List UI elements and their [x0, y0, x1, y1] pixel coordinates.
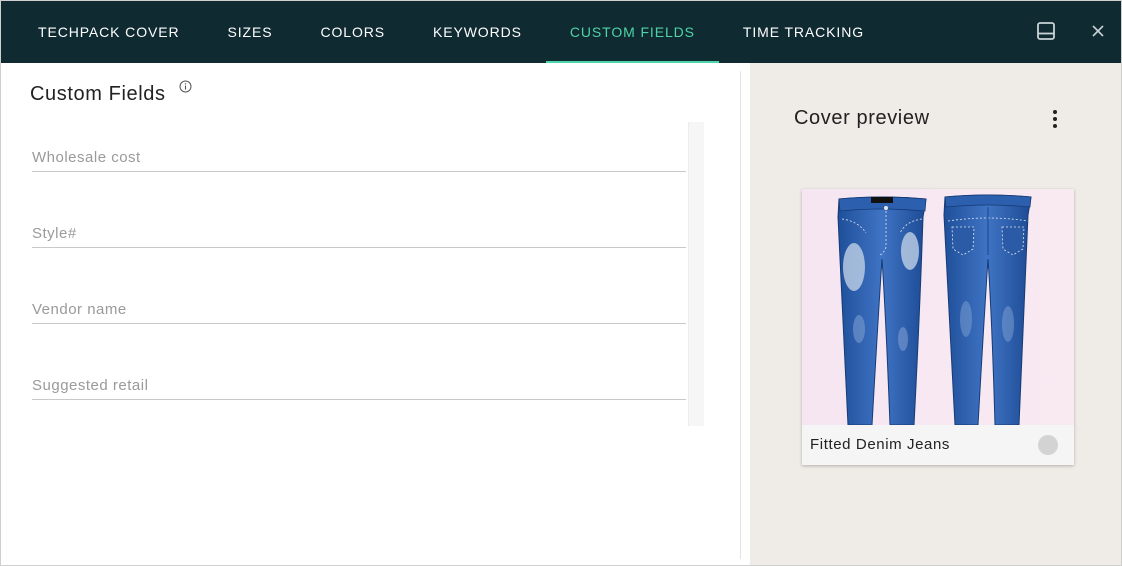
cover-preview-panel: Cover preview Fitted Denim Jeans	[750, 63, 1121, 565]
tab-list: TECHPACK COVER SIZES COLORS KEYWORDS CUS…	[14, 1, 888, 63]
techpack-dialog: TECHPACK COVER SIZES COLORS KEYWORDS CUS…	[0, 0, 1122, 566]
style-number-input[interactable]	[32, 225, 686, 242]
vendor-name-input[interactable]	[32, 301, 686, 318]
cover-card-footer: Fitted Denim Jeans	[802, 425, 1074, 465]
tab-time-tracking[interactable]: TIME TRACKING	[719, 1, 888, 63]
tab-colors[interactable]: COLORS	[296, 1, 409, 63]
panel-scrollbar[interactable]	[727, 63, 750, 565]
cover-card-name: Fitted Denim Jeans	[810, 436, 951, 453]
style-number-field[interactable]	[32, 198, 686, 248]
status-dot[interactable]	[1038, 435, 1058, 455]
tab-techpack-cover[interactable]: TECHPACK COVER	[14, 1, 203, 63]
close-icon[interactable]	[1086, 19, 1110, 43]
custom-fields-list	[31, 122, 704, 426]
cover-preview-title: Cover preview	[794, 107, 930, 129]
info-icon[interactable]	[179, 80, 192, 93]
custom-fields-title: Custom Fields	[30, 83, 166, 105]
suggested-retail-input[interactable]	[32, 377, 686, 394]
vendor-name-field[interactable]	[32, 274, 686, 324]
cover-card[interactable]: Fitted Denim Jeans	[802, 189, 1074, 465]
tab-keywords[interactable]: KEYWORDS	[409, 1, 546, 63]
suggested-retail-field[interactable]	[32, 350, 686, 400]
wholesale-cost-field[interactable]	[32, 122, 686, 172]
top-tab-bar: TECHPACK COVER SIZES COLORS KEYWORDS CUS…	[1, 1, 1121, 63]
custom-fields-panel: Custom Fields	[1, 63, 727, 565]
layout-panel-icon[interactable]	[1034, 19, 1058, 43]
denim-jeans-image	[802, 189, 1074, 425]
tab-sizes[interactable]: SIZES	[203, 1, 296, 63]
more-vert-icon[interactable]	[1045, 108, 1065, 130]
wholesale-cost-input[interactable]	[32, 149, 686, 166]
fields-scrollbar[interactable]	[688, 122, 704, 426]
tab-custom-fields[interactable]: CUSTOM FIELDS	[545, 1, 719, 63]
panel-divider	[740, 71, 741, 559]
